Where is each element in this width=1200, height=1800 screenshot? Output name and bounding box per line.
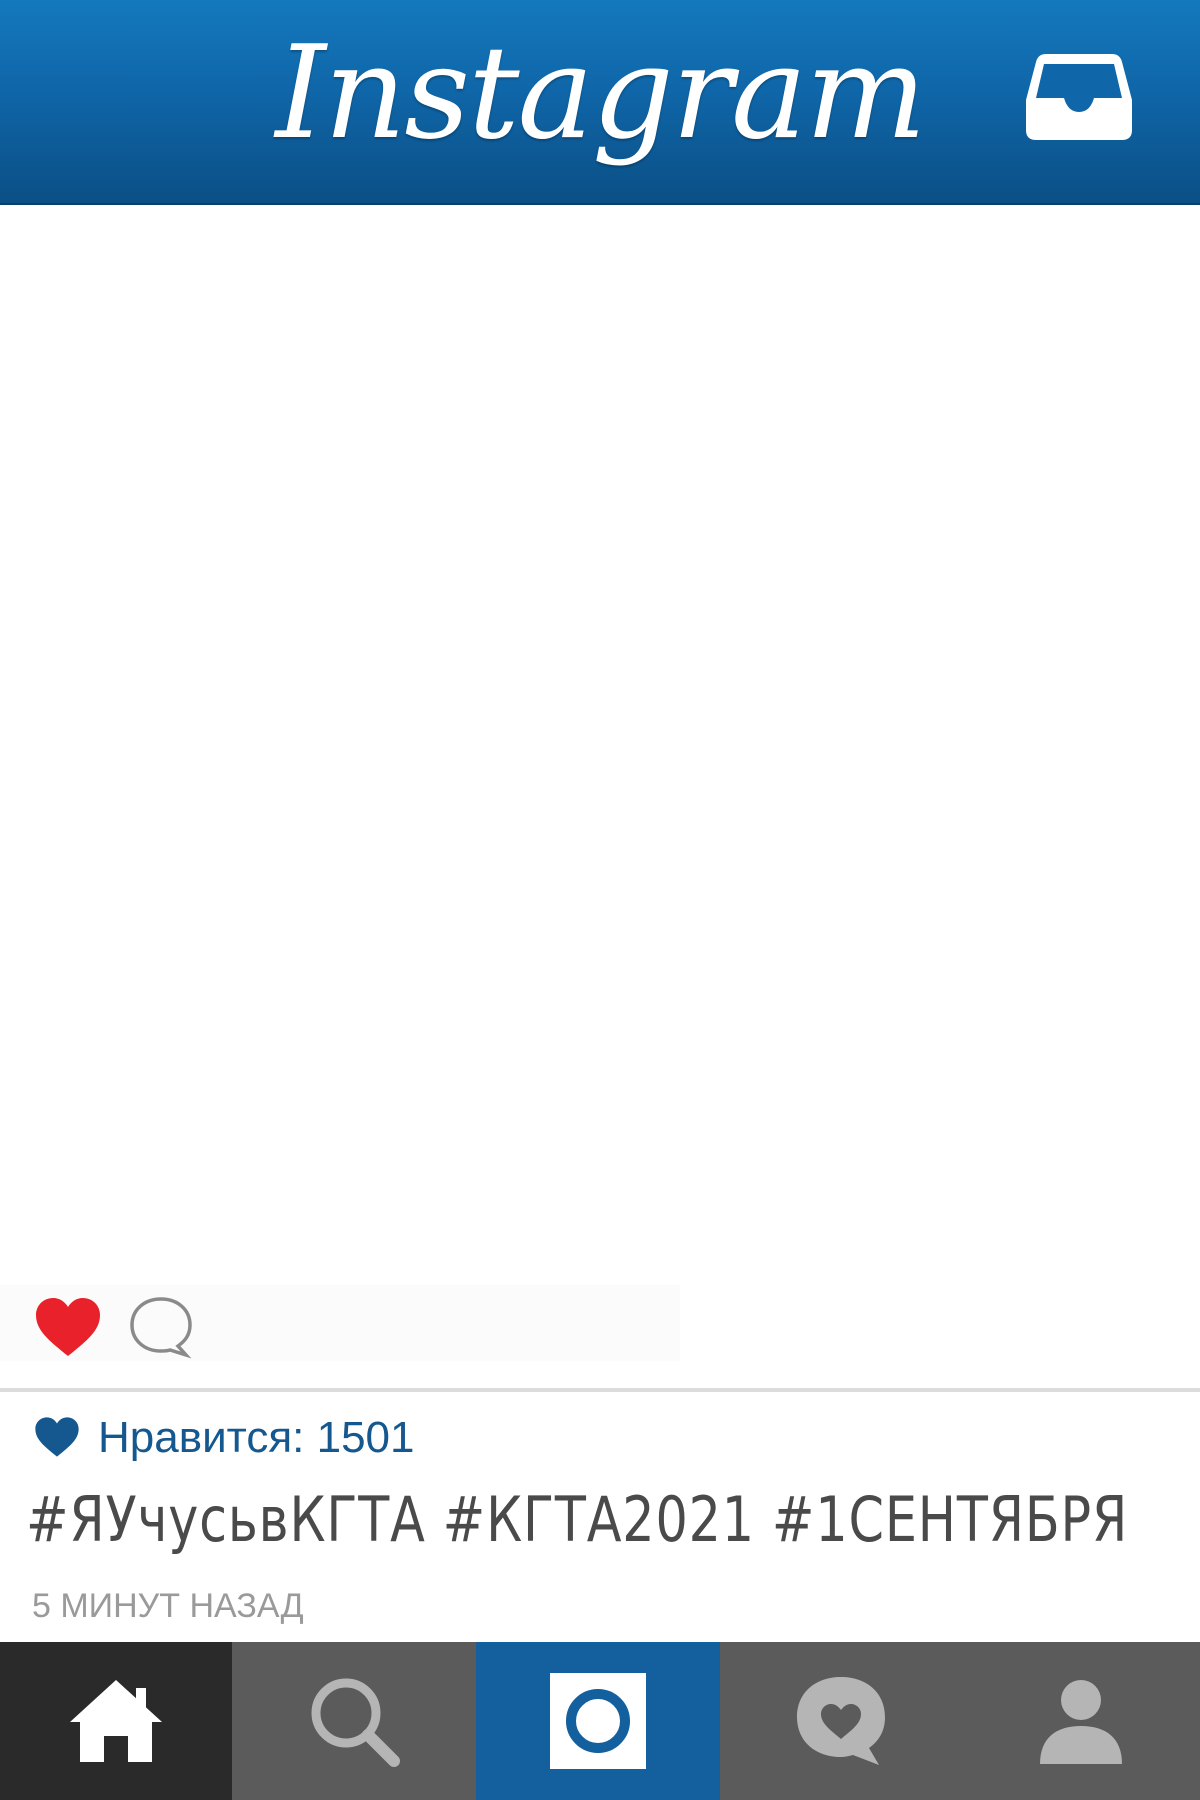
nav-home[interactable] — [0, 1642, 232, 1800]
nav-activity[interactable] — [720, 1642, 962, 1800]
photo-area — [0, 205, 1200, 1285]
camera-icon — [548, 1671, 648, 1771]
inbox-tray-icon[interactable] — [1024, 48, 1134, 144]
app-logo: Instagram — [275, 19, 926, 168]
action-row — [0, 1285, 680, 1361]
search-icon — [306, 1673, 402, 1769]
home-icon — [66, 1676, 166, 1766]
bottom-nav — [0, 1642, 1200, 1800]
nav-search[interactable] — [232, 1642, 476, 1800]
likes-heart-icon — [34, 1416, 80, 1458]
divider — [0, 1388, 1200, 1392]
instagram-frame: Instagram Нравится: 1501 #ЯУчусьвКГТА #К… — [0, 0, 1200, 1800]
likes-count[interactable]: Нравится: 1501 — [98, 1408, 415, 1468]
nav-camera[interactable] — [476, 1642, 720, 1800]
nav-profile[interactable] — [962, 1642, 1200, 1800]
profile-icon — [1036, 1676, 1126, 1766]
post-timestamp: 5 МИНУТ НАЗАД — [32, 1587, 304, 1625]
heart-icon[interactable] — [34, 1296, 102, 1358]
activity-heart-bubble-icon — [791, 1671, 891, 1771]
comment-bubble-icon[interactable] — [128, 1295, 194, 1359]
post-caption: #ЯУчусьвКГТА #КГТА2021 #1СЕНТЯБРЯ — [26, 1483, 1129, 1556]
top-bar: Instagram — [0, 0, 1200, 205]
